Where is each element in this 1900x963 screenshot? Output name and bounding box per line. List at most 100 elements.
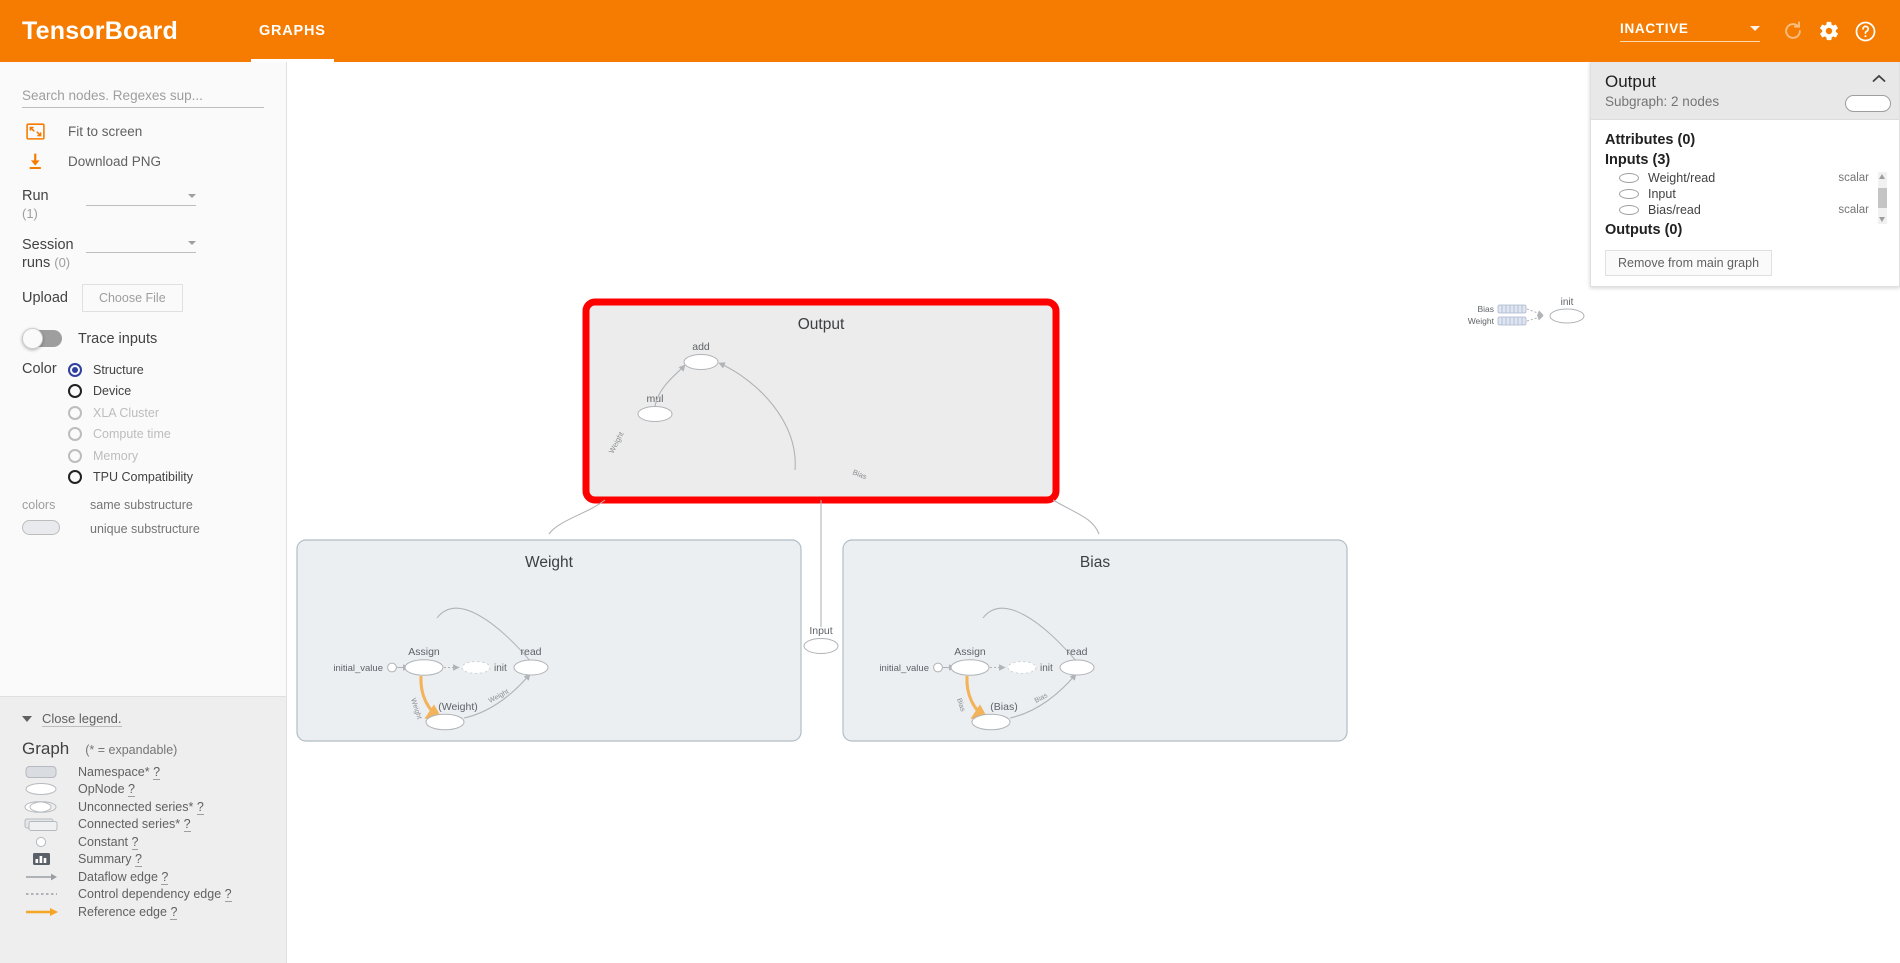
help-link[interactable]: ? <box>196 799 204 815</box>
help-link[interactable]: ? <box>224 887 232 903</box>
legend-item-connected-series: Connected series* ? <box>0 816 286 834</box>
graph-group-bias[interactable]: Bias initial_value Assign init Bias (Bia… <box>842 539 1348 742</box>
choose-file-button[interactable]: Choose File <box>81 284 183 312</box>
weight-assign-node[interactable] <box>404 659 444 676</box>
help-link[interactable]: ? <box>153 764 161 780</box>
detached-bias-label: Bias <box>1477 304 1494 314</box>
run-label: Run (1) <box>22 188 49 221</box>
colors-same-substructure-row: colors same substructure <box>0 488 286 512</box>
close-legend-label: Close legend. <box>42 711 122 727</box>
legend-label: Connected series* ? <box>78 817 191 833</box>
help-link[interactable]: ? <box>128 782 135 798</box>
graph-node-input[interactable]: Input <box>803 625 839 654</box>
edge-detached-weight-to-init <box>1526 314 1544 322</box>
legend-item-control-dependency-edge: Control dependency edge ? <box>0 886 286 904</box>
color-option-structure[interactable]: Structure <box>68 359 264 381</box>
tab-graphs[interactable]: GRAPHS <box>243 0 342 62</box>
legend-label: Constant ? <box>78 834 139 850</box>
run-select[interactable] <box>86 190 196 206</box>
color-radio-group: Structure Device XLA Cluster Compute tim… <box>68 359 264 488</box>
radio-icon <box>68 384 82 399</box>
legend-item-constant: Constant ? <box>0 833 286 851</box>
bias-init-node[interactable] <box>1007 661 1037 674</box>
run-status-label: INACTIVE <box>1620 20 1689 36</box>
node-add[interactable] <box>683 354 719 370</box>
detached-init-node[interactable] <box>1549 308 1585 324</box>
detached-bias-series-icon[interactable] <box>1497 304 1527 314</box>
color-option-label: Structure <box>93 362 144 377</box>
unconnected-series-icon <box>22 800 66 814</box>
close-legend-button[interactable]: Close legend. <box>0 711 286 733</box>
color-option-device[interactable]: Device <box>68 381 264 403</box>
detached-init-label: init <box>1561 297 1574 308</box>
weight-init-node[interactable] <box>461 661 491 674</box>
reference-edge-icon <box>22 905 66 919</box>
input-row[interactable]: Input <box>1605 186 1885 202</box>
weight-read-node[interactable] <box>513 659 549 676</box>
search-input[interactable] <box>22 86 264 108</box>
graph-group-output[interactable]: Output add mul Weight Bias <box>582 298 1060 504</box>
bias-assign-node[interactable] <box>950 659 990 676</box>
bias-variable-label: (Bias) <box>990 701 1017 713</box>
legend-label: Dataflow edge ? <box>78 869 169 885</box>
radio-icon <box>68 470 82 485</box>
input-row[interactable]: Bias/read scalar <box>1605 202 1885 218</box>
bias-initial-value-node[interactable] <box>933 662 943 673</box>
graph-group-weight[interactable]: Weight initial_value Assign init Weight <box>296 539 802 742</box>
color-option-memory: Memory <box>68 445 264 467</box>
output-group-label: Output <box>798 316 845 333</box>
bias-read-node[interactable] <box>1059 659 1095 676</box>
detached-weight-series-icon[interactable] <box>1497 316 1527 326</box>
help-link[interactable]: ? <box>134 852 142 868</box>
trace-inputs-toggle[interactable] <box>22 328 62 349</box>
radio-icon <box>68 427 82 442</box>
scroll-up-icon[interactable] <box>1879 174 1885 179</box>
scrollbar-thumb[interactable] <box>1878 188 1887 208</box>
legend-text: OpNode <box>78 782 125 797</box>
help-link[interactable]: ? <box>161 869 169 885</box>
help-icon[interactable] <box>1848 14 1882 48</box>
weight-init-label: init <box>494 663 507 674</box>
help-link[interactable]: ? <box>183 817 191 833</box>
bias-assign-label: Assign <box>954 646 986 658</box>
legend-item-reference-edge: Reference edge ? <box>0 903 286 921</box>
session-runs-label: Session runs (0) <box>22 237 74 271</box>
color-option-xla-cluster: XLA Cluster <box>68 402 264 424</box>
inputs-section-label: Inputs (3) <box>1605 152 1671 168</box>
legend-panel: Close legend. Graph (* = expandable) Nam… <box>0 696 286 963</box>
graph-detached-init-cluster[interactable]: Bias Weight init <box>1468 297 1585 326</box>
input-node[interactable] <box>803 638 839 654</box>
info-panel-body: Attributes (0) Inputs (3) Weight/read sc… <box>1591 120 1899 286</box>
tensorboard-app: TensorBoard GRAPHS INACTIVE Search nodes… <box>0 0 1900 963</box>
download-png-button[interactable]: Download PNG <box>0 146 286 176</box>
inputs-scrollbar[interactable] <box>1878 172 1887 224</box>
remove-from-main-graph-button[interactable]: Remove from main graph <box>1605 250 1773 276</box>
color-option-tpu-compatibility[interactable]: TPU Compatibility <box>68 467 264 489</box>
toggle-knob <box>22 328 43 349</box>
input-name: Input <box>1648 187 1676 201</box>
bias-initial-value-label: initial_value <box>879 663 929 674</box>
weight-variable-node[interactable] <box>425 713 465 731</box>
sidebar-controls: Fit to screen Download PNG Run (1) <box>0 62 286 696</box>
input-row[interactable]: Weight/read scalar <box>1605 170 1885 186</box>
bias-variable-node[interactable] <box>971 713 1011 731</box>
upload-control: Upload Choose File <box>0 272 286 312</box>
weight-assign-label: Assign <box>408 646 440 658</box>
info-panel-header: Output Subgraph: 2 nodes <box>1591 62 1899 120</box>
fit-to-screen-button[interactable]: Fit to screen <box>0 116 286 146</box>
run-status-select[interactable]: INACTIVE <box>1620 21 1760 42</box>
legend-label: Summary ? <box>78 852 142 868</box>
gear-icon[interactable] <box>1812 14 1846 48</box>
opnode-icon <box>1619 173 1639 183</box>
session-runs-select[interactable] <box>86 237 196 253</box>
node-mul[interactable] <box>637 406 673 422</box>
legend-label: Reference edge ? <box>78 904 178 920</box>
refresh-icon[interactable] <box>1776 14 1810 48</box>
control-dependency-edge-icon <box>22 887 66 901</box>
help-link[interactable]: ? <box>131 834 139 850</box>
weight-initial-value-node[interactable] <box>387 662 397 673</box>
node-shape-pill <box>1845 95 1891 112</box>
collapse-icon[interactable] <box>1871 72 1887 84</box>
help-link[interactable]: ? <box>170 904 178 920</box>
scroll-down-icon[interactable] <box>1879 217 1885 222</box>
